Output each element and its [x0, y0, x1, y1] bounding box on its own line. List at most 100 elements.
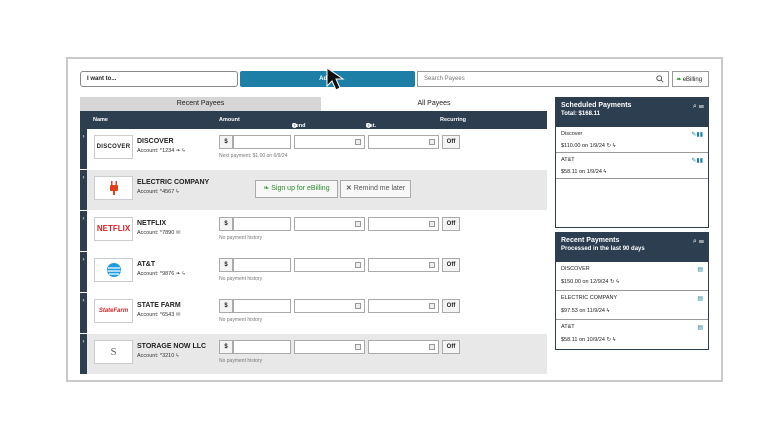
- att-globe-icon: [106, 263, 121, 277]
- payment-note: No payment history: [219, 317, 263, 323]
- search-icon[interactable]: ⌕: [693, 238, 697, 245]
- table-row: › DISCOVER DISCOVER Account: *1234 ❧ ϟ $…: [80, 129, 547, 169]
- ebill-leaf-icon: ❧ ϟ: [175, 148, 185, 154]
- payee-account: Account: *7890 ✉: [137, 230, 180, 236]
- payee-name[interactable]: STORAGE NOW LLC: [137, 343, 206, 350]
- expand-chevron-icon[interactable]: ›: [80, 334, 87, 374]
- amount-input[interactable]: [233, 340, 291, 354]
- amount-input[interactable]: [233, 299, 291, 313]
- list-item[interactable]: AT&T $58.11 on 10/9/24 ↻ ϟ ▤: [556, 320, 708, 349]
- payee-logo: [94, 176, 133, 200]
- account-text: Account: *6543: [137, 312, 175, 318]
- sign-up-label: Sign up for eBilling: [271, 185, 330, 192]
- search-payees-input[interactable]: Search Payees: [417, 71, 669, 87]
- leaf-icon: ❧: [676, 77, 682, 83]
- logo-text: DISCOVER: [96, 144, 131, 150]
- calendar-icon[interactable]: [355, 262, 361, 268]
- calendar-icon[interactable]: [355, 139, 361, 145]
- delivery-date-input[interactable]: [368, 258, 439, 272]
- scheduled-title: Scheduled Payments: [561, 102, 632, 109]
- i-want-to-dropdown[interactable]: I want to...: [80, 71, 238, 87]
- recent-title: Recent Payments: [561, 237, 620, 244]
- calendar-icon[interactable]: [429, 262, 435, 268]
- scheduled-payee: Discover: [561, 131, 583, 137]
- currency-label: $: [219, 258, 233, 272]
- account-text: Account: *1234: [137, 148, 175, 154]
- currency-label: $: [219, 340, 233, 354]
- recent-amount: $58.11 on 10/9/24: [561, 337, 605, 343]
- calendar-icon[interactable]: [355, 221, 361, 227]
- payee-name[interactable]: AT&T: [137, 261, 155, 268]
- calendar-icon[interactable]: [355, 344, 361, 350]
- send-on-date-input[interactable]: [294, 217, 365, 231]
- expand-chevron-icon[interactable]: ›: [80, 293, 87, 333]
- remind-later-button[interactable]: ✕ Remind me later: [340, 180, 411, 198]
- recurring-toggle[interactable]: Off: [442, 299, 460, 313]
- payee-name[interactable]: DISCOVER: [137, 138, 174, 145]
- recent-amount: $150.00 on 12/9/24: [561, 279, 609, 285]
- tab-recent-payees[interactable]: Recent Payees: [80, 97, 321, 111]
- delivery-date-input[interactable]: [368, 217, 439, 231]
- expand-chevron-icon[interactable]: ›: [80, 129, 87, 169]
- amount-input[interactable]: [233, 217, 291, 231]
- delivery-date-input[interactable]: [368, 299, 439, 313]
- account-text: Account: *3210: [137, 353, 175, 359]
- ebilling-button[interactable]: ❧ eBilling: [672, 71, 709, 87]
- edit-delete-icons[interactable]: ✎▮▮: [691, 157, 703, 164]
- list-icon[interactable]: ☰: [699, 103, 704, 110]
- list-item[interactable]: ELECTRIC COMPANY $97.53 on 11/9/24 ϟ ▤: [556, 291, 708, 320]
- send-on-date-input[interactable]: [294, 135, 365, 149]
- table-header: Name Amount Send On ? Est. Delivery ? Re…: [80, 111, 547, 135]
- calendar-icon[interactable]: [429, 303, 435, 309]
- expand-chevron-icon[interactable]: ›: [80, 170, 87, 210]
- scheduled-amount: $58.11 on 1/9/24: [561, 169, 602, 175]
- payee-name[interactable]: STATE FARM: [137, 302, 181, 309]
- expand-chevron-icon[interactable]: ›: [80, 252, 87, 292]
- amount-input[interactable]: [233, 258, 291, 272]
- calendar-icon[interactable]: [429, 139, 435, 145]
- payment-note: Next payment: $1.00 on 6/9/24: [219, 153, 288, 159]
- search-icon[interactable]: [656, 75, 664, 83]
- receipt-icon[interactable]: ▤: [697, 324, 703, 331]
- calendar-icon[interactable]: [429, 221, 435, 227]
- scheduled-value: $110.00 on 1/9/24 ↻ ϟ: [561, 143, 703, 149]
- tab-all-payees[interactable]: All Payees: [321, 97, 547, 111]
- recent-payments-panel: Recent Payments Processed in the last 90…: [555, 232, 709, 350]
- list-icon[interactable]: ☰: [699, 238, 704, 245]
- list-item[interactable]: DISCOVER $150.00 on 12/9/24 ↻ ϟ ▤: [556, 262, 708, 291]
- recurring-toggle[interactable]: Off: [442, 340, 460, 354]
- receipt-icon[interactable]: ▤: [697, 295, 703, 302]
- help-icon[interactable]: ?: [292, 123, 297, 128]
- send-on-date-input[interactable]: [294, 299, 365, 313]
- ebill-leaf-icon: ❧ ϟ: [175, 271, 185, 277]
- edit-delete-icons[interactable]: ✎▮▮: [691, 131, 703, 138]
- list-item[interactable]: Discover $110.00 on 1/9/24 ↻ ϟ ✎▮▮: [556, 127, 708, 153]
- send-on-date-input[interactable]: [294, 258, 365, 272]
- help-icon[interactable]: ?: [366, 123, 371, 128]
- payee-name[interactable]: NETFLIX: [137, 220, 166, 227]
- search-icon[interactable]: ⌕: [693, 103, 697, 110]
- recent-header: Recent Payments Processed in the last 90…: [556, 233, 708, 262]
- recurring-toggle[interactable]: Off: [442, 217, 460, 231]
- bolt-icon: ϟ: [175, 353, 179, 359]
- sign-up-ebilling-button[interactable]: ❧ Sign up for eBilling: [255, 180, 338, 198]
- delivery-date-input[interactable]: [368, 340, 439, 354]
- recurring-toggle[interactable]: Off: [442, 135, 460, 149]
- send-on-date-input[interactable]: [294, 340, 365, 354]
- receipt-icon[interactable]: ▤: [697, 266, 703, 273]
- payee-name[interactable]: ELECTRIC COMPANY: [137, 179, 209, 186]
- amount-input[interactable]: [233, 135, 291, 149]
- table-row: › S STORAGE NOW LLC Account: *3210 ϟ $ O…: [80, 334, 547, 374]
- expand-chevron-icon[interactable]: ›: [80, 211, 87, 251]
- logo-text: StateFarm: [98, 308, 129, 314]
- recurring-toggle[interactable]: Off: [442, 258, 460, 272]
- list-item[interactable]: AT&T $58.11 on 1/9/24 ϟ ✎▮▮: [556, 153, 708, 179]
- mail-icon: ✉: [175, 312, 181, 318]
- delivery-date-input[interactable]: [368, 135, 439, 149]
- panel-icons: ⌕ ☰: [693, 103, 704, 111]
- calendar-icon[interactable]: [355, 303, 361, 309]
- calendar-icon[interactable]: [429, 344, 435, 350]
- table-row: › StateFarm STATE FARM Account: *6543 ✉ …: [80, 293, 547, 333]
- currency-label: $: [219, 217, 233, 231]
- bolt-icon: ϟ: [175, 189, 179, 195]
